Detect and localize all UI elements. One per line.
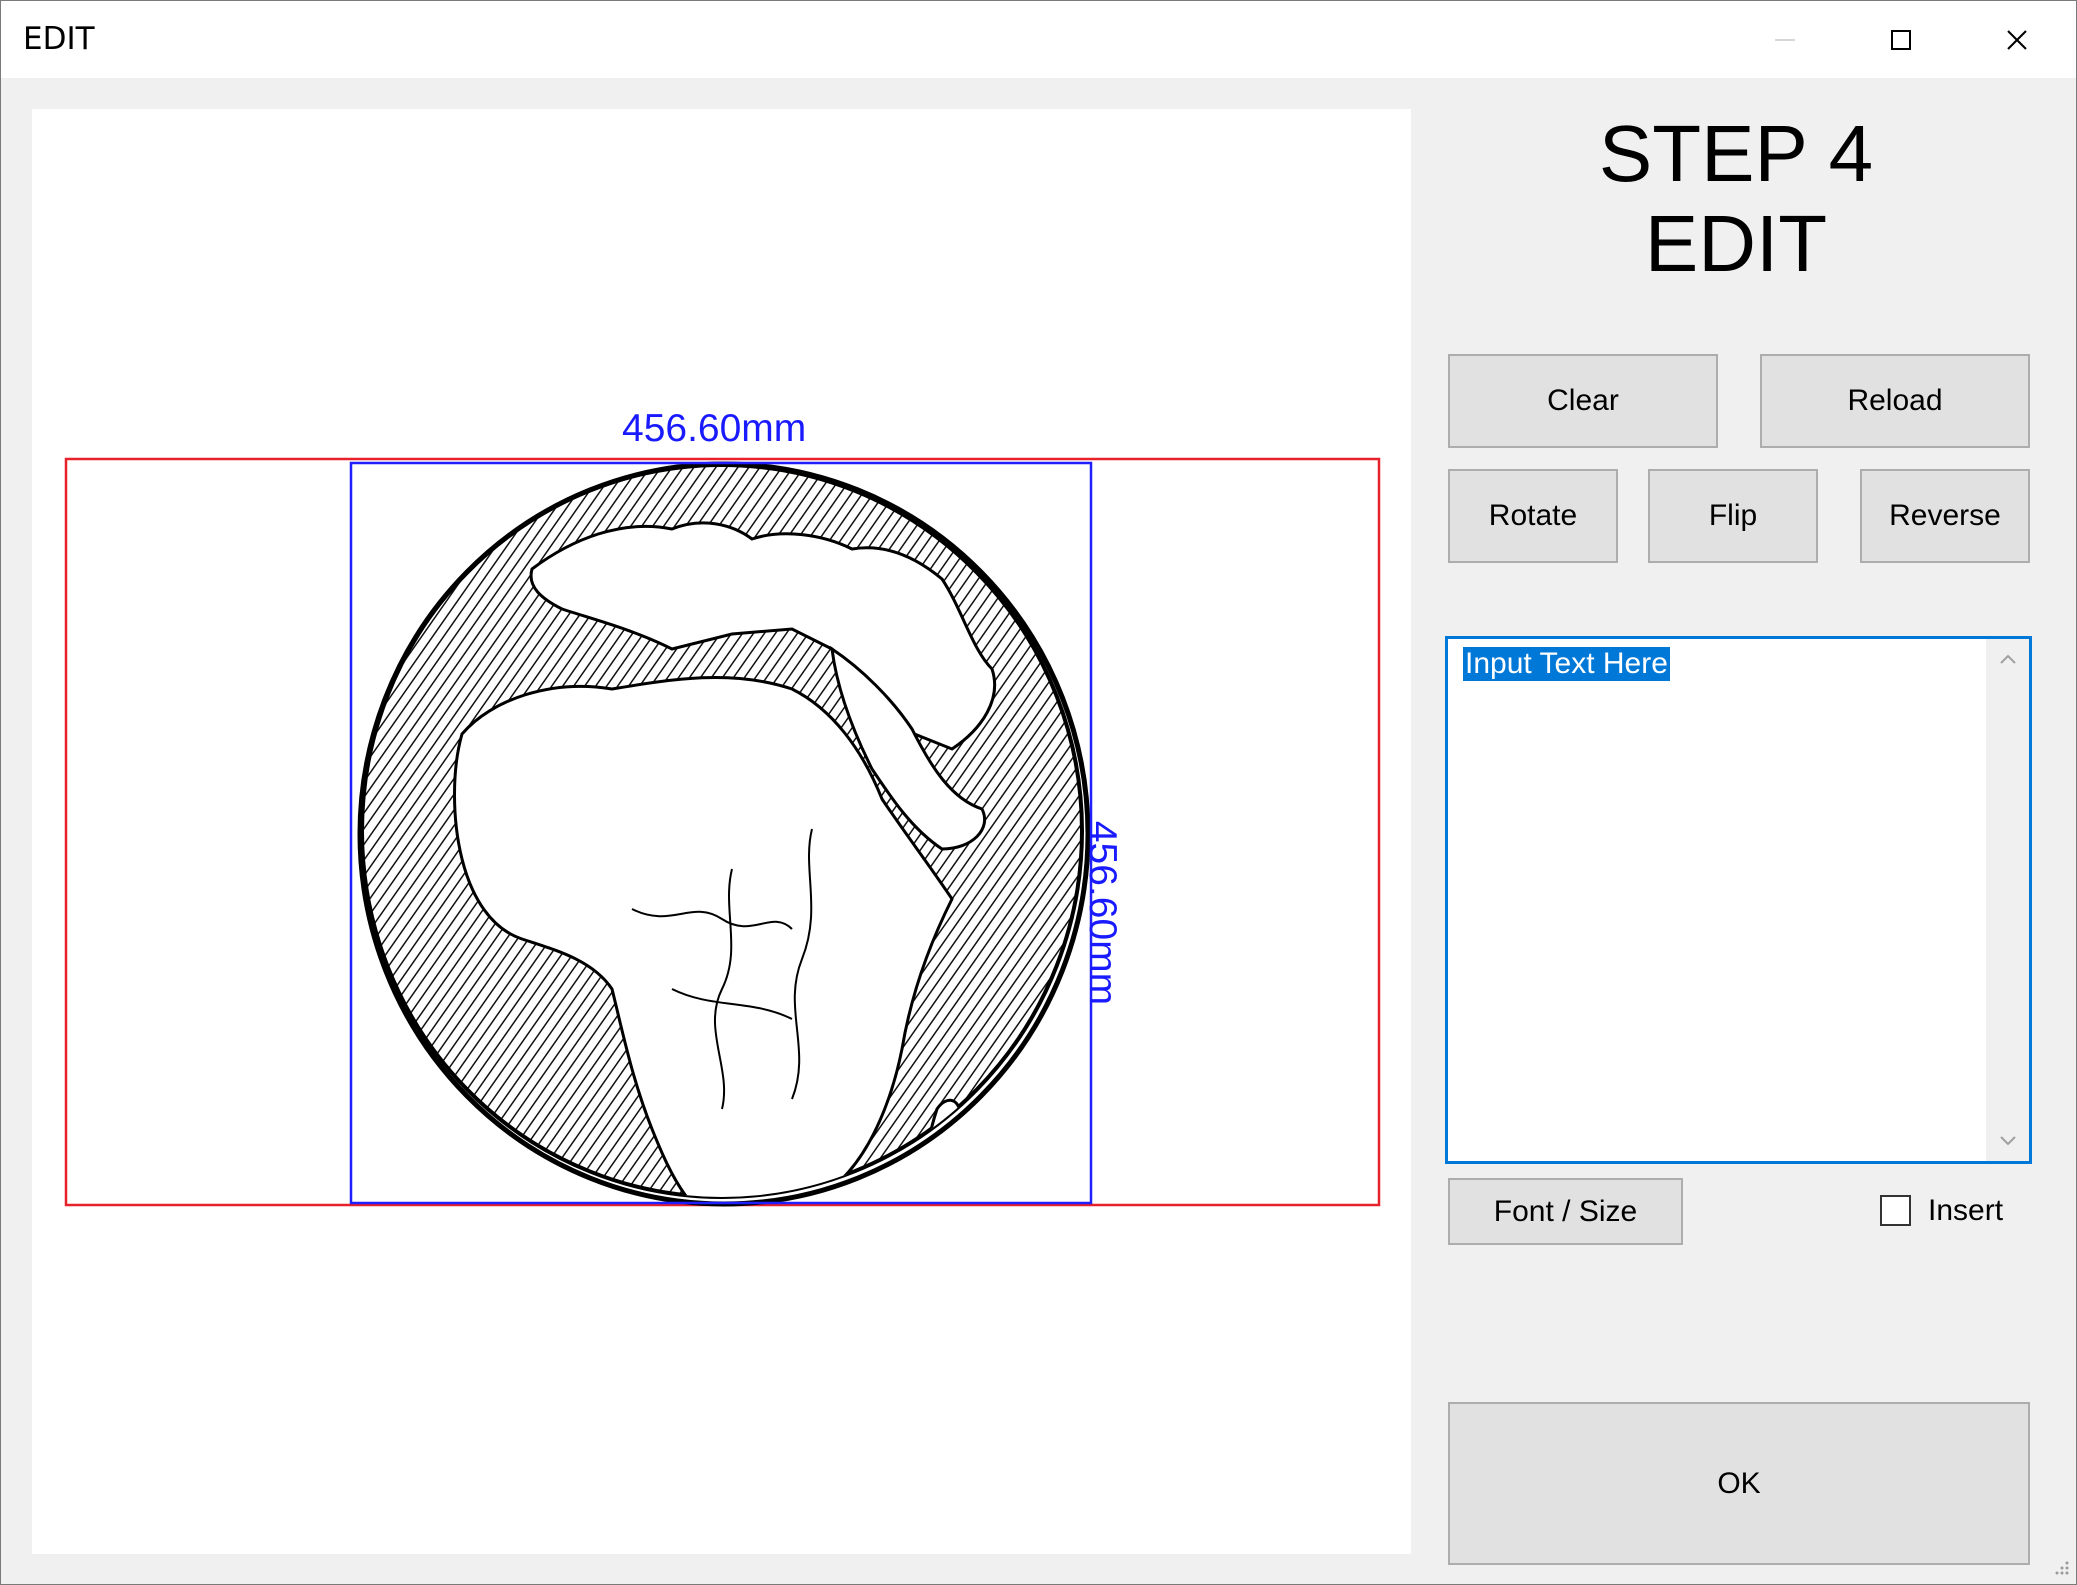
reload-button[interactable]: Reload [1760,354,2030,448]
window-title: EDIT [23,21,95,57]
close-icon [2007,29,2027,50]
flip-button[interactable]: Flip [1648,469,1818,563]
ok-button[interactable]: OK [1448,1402,2030,1565]
insert-checkbox[interactable] [1880,1195,1911,1226]
scroll-down-button[interactable] [1986,1121,2029,1161]
font-size-button[interactable]: Font / Size [1448,1178,1683,1245]
rotate-button[interactable]: Rotate [1448,469,1618,563]
clear-button[interactable]: Clear [1448,354,1718,448]
width-dimension-label: 456.60mm [622,407,807,450]
edit-window: EDIT 456.60mm 456.60mm STEP 4 EDIT Clear… [0,0,2077,1585]
insert-checkbox-label[interactable]: Insert [1928,1194,2003,1228]
text-input-value: Input Text Here [1463,647,1670,681]
chevron-up-icon [1999,654,2016,664]
maximize-icon [1891,29,1911,50]
design-canvas[interactable]: 456.60mm 456.60mm [32,109,1411,1554]
reverse-button[interactable]: Reverse [1860,469,2030,563]
resize-grip-icon[interactable] [2050,1558,2070,1578]
text-input-area[interactable]: Input Text Here [1445,636,2032,1164]
height-dimension-label: 456.60mm [1081,820,1124,1006]
text-scrollbar[interactable] [1986,639,2029,1161]
step-name: EDIT [1644,199,1828,288]
step-heading: STEP 4 EDIT [1441,109,2031,289]
earth-globe-image[interactable] [357,461,1091,1232]
minimize-button[interactable] [1727,1,1843,78]
maximize-button[interactable] [1843,1,1959,78]
close-button[interactable] [1959,1,2075,78]
minimize-icon [1775,38,1795,41]
chevron-down-icon [1999,1136,2016,1146]
title-bar[interactable]: EDIT [1,1,2076,78]
step-number: STEP 4 [1598,109,1874,198]
scroll-up-button[interactable] [1986,639,2029,679]
